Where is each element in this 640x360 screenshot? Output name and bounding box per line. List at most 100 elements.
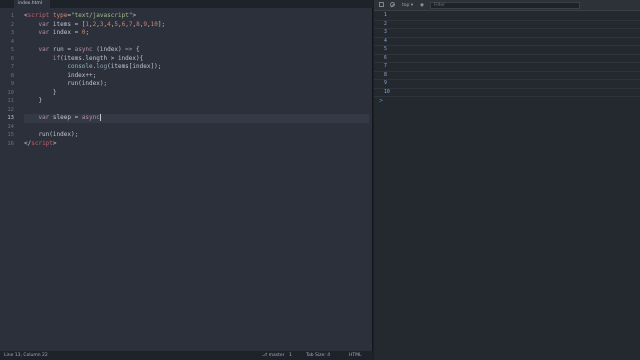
filter-input[interactable]: Filter xyxy=(430,2,580,9)
devtools-console: top ▾ ◉ Filter 1 2 3 4 5 6 7 8 9 10 > xyxy=(374,0,640,360)
code-token: > xyxy=(52,139,57,147)
code-token: script xyxy=(27,12,50,19)
code-token: items = [ xyxy=(49,20,86,28)
code-token: index = xyxy=(49,29,82,36)
clear-console-icon[interactable] xyxy=(390,2,395,9)
code-token: "text/javascript" xyxy=(71,12,133,19)
console-log-entry: 1 xyxy=(374,12,640,21)
console-log-entry: 6 xyxy=(374,55,640,63)
line-number: 14 xyxy=(7,123,14,130)
code-token: } xyxy=(24,97,43,104)
status-bar: Line 13, Column 22 ⎇ master 1 Tab Size: … xyxy=(0,351,373,360)
code-token: var xyxy=(38,46,50,53)
code-area[interactable]: <script type="text/javascript"> var item… xyxy=(24,12,369,148)
code-line[interactable]: <script type="text/javascript"> xyxy=(24,12,369,21)
code-token: ; xyxy=(85,29,90,36)
line-number: 9 xyxy=(10,81,14,87)
code-line[interactable]: var items = [1,2,3,4,5,6,7,8,9,10]; xyxy=(24,21,369,30)
code-token: run(index); xyxy=(24,131,79,138)
code-line[interactable] xyxy=(24,38,369,47)
cursor-position: Line 13, Column 22 xyxy=(4,353,48,358)
code-token: { xyxy=(132,46,140,53)
console-log-list: 1 2 3 4 5 6 7 8 9 10 > xyxy=(374,12,640,105)
syntax-selector[interactable]: HTML xyxy=(349,351,362,360)
line-number: 11 xyxy=(7,98,14,104)
console-log-entry: 5 xyxy=(374,46,640,55)
line-number: 4 xyxy=(10,38,14,45)
git-branch[interactable]: ⎇ master 1 xyxy=(262,351,292,360)
code-token: var xyxy=(38,114,50,121)
line-number: 1 xyxy=(10,13,14,19)
code-token: var xyxy=(38,20,50,28)
context-label: top xyxy=(402,3,410,8)
console-toolbar: top ▾ ◉ Filter xyxy=(374,0,640,11)
code-token: async xyxy=(81,114,100,121)
console-prompt[interactable]: > xyxy=(374,97,640,105)
line-number: 6 xyxy=(10,55,14,62)
context-selector[interactable]: top ▾ xyxy=(402,2,413,9)
line-number: 2 xyxy=(10,21,14,28)
code-token: 10 xyxy=(150,20,158,28)
sidebar-toggle-icon[interactable] xyxy=(379,2,384,9)
console-log-entry: 7 xyxy=(374,63,640,72)
code-line[interactable] xyxy=(24,106,369,115)
screen: index.html 1 2 3 4 5 6 7 8 9 10 11 12 13 14 15 16 <scri… xyxy=(0,0,640,360)
code-line[interactable]: run(index); xyxy=(24,131,369,140)
console-log-entry: 8 xyxy=(374,72,640,80)
line-number: 5 xyxy=(10,47,14,53)
console-log-entry: 2 xyxy=(374,21,640,29)
code-token: ]; xyxy=(157,20,166,28)
code-line[interactable] xyxy=(24,123,369,132)
line-number: 3 xyxy=(10,30,14,36)
code-line[interactable]: var sleep = async xyxy=(24,114,369,123)
branch-icon: ⎇ xyxy=(262,353,269,358)
code-line[interactable]: } xyxy=(24,89,369,98)
line-number: 7 xyxy=(10,64,14,70)
code-token: } xyxy=(24,88,57,96)
code-token: sleep = xyxy=(49,114,82,121)
tab-index-html[interactable]: index.html xyxy=(14,0,50,8)
line-number: 16 xyxy=(7,140,14,147)
code-token: console xyxy=(67,63,93,70)
code-token: (items.length > index){ xyxy=(60,54,144,62)
tab-bar: index.html xyxy=(0,0,373,8)
code-token: run = xyxy=(49,46,75,53)
console-log-entry: 4 xyxy=(374,38,640,46)
code-line[interactable]: } xyxy=(24,97,369,106)
code-token: (items[index]); xyxy=(107,63,162,70)
code-token: script xyxy=(31,139,53,147)
code-line[interactable]: index++; xyxy=(24,72,369,81)
code-line[interactable]: if(items.length > index){ xyxy=(24,55,369,64)
line-number: 8 xyxy=(10,72,14,79)
chevron-down-icon: ▾ xyxy=(410,3,414,8)
code-token: run(index); xyxy=(24,80,108,87)
eye-icon[interactable]: ◉ xyxy=(420,2,424,9)
console-log-entry: 3 xyxy=(374,29,640,38)
line-number: 15 xyxy=(7,132,14,138)
code-token: (index) xyxy=(92,46,126,53)
code-line[interactable]: var index = 0; xyxy=(24,29,369,38)
branch-name: master xyxy=(268,353,285,358)
line-number: 12 xyxy=(7,106,14,113)
line-number-gutter: 1 2 3 4 5 6 7 8 9 10 11 12 13 14 15 16 xyxy=(0,12,17,148)
code-line[interactable]: console.log(items[index]); xyxy=(24,63,369,72)
branch-count: 1 xyxy=(288,353,292,358)
code-token: > xyxy=(132,12,137,19)
console-log-entry: 9 xyxy=(374,80,640,89)
code-token: log xyxy=(96,63,108,70)
code-token: async xyxy=(74,46,93,53)
code-line[interactable]: run(index); xyxy=(24,80,369,89)
line-number: 10 xyxy=(7,89,14,96)
tab-size-selector[interactable]: Tab Size: 4 xyxy=(306,351,330,360)
code-token: index++; xyxy=(24,71,97,79)
code-editor[interactable]: index.html 1 2 3 4 5 6 7 8 9 10 11 12 13 14 15 16 <scri… xyxy=(0,0,373,360)
code-token: var xyxy=(38,29,50,36)
code-token: type xyxy=(52,12,68,19)
code-line[interactable]: </script> xyxy=(24,140,369,149)
code-line[interactable]: var run = async (index) => { xyxy=(24,46,369,55)
